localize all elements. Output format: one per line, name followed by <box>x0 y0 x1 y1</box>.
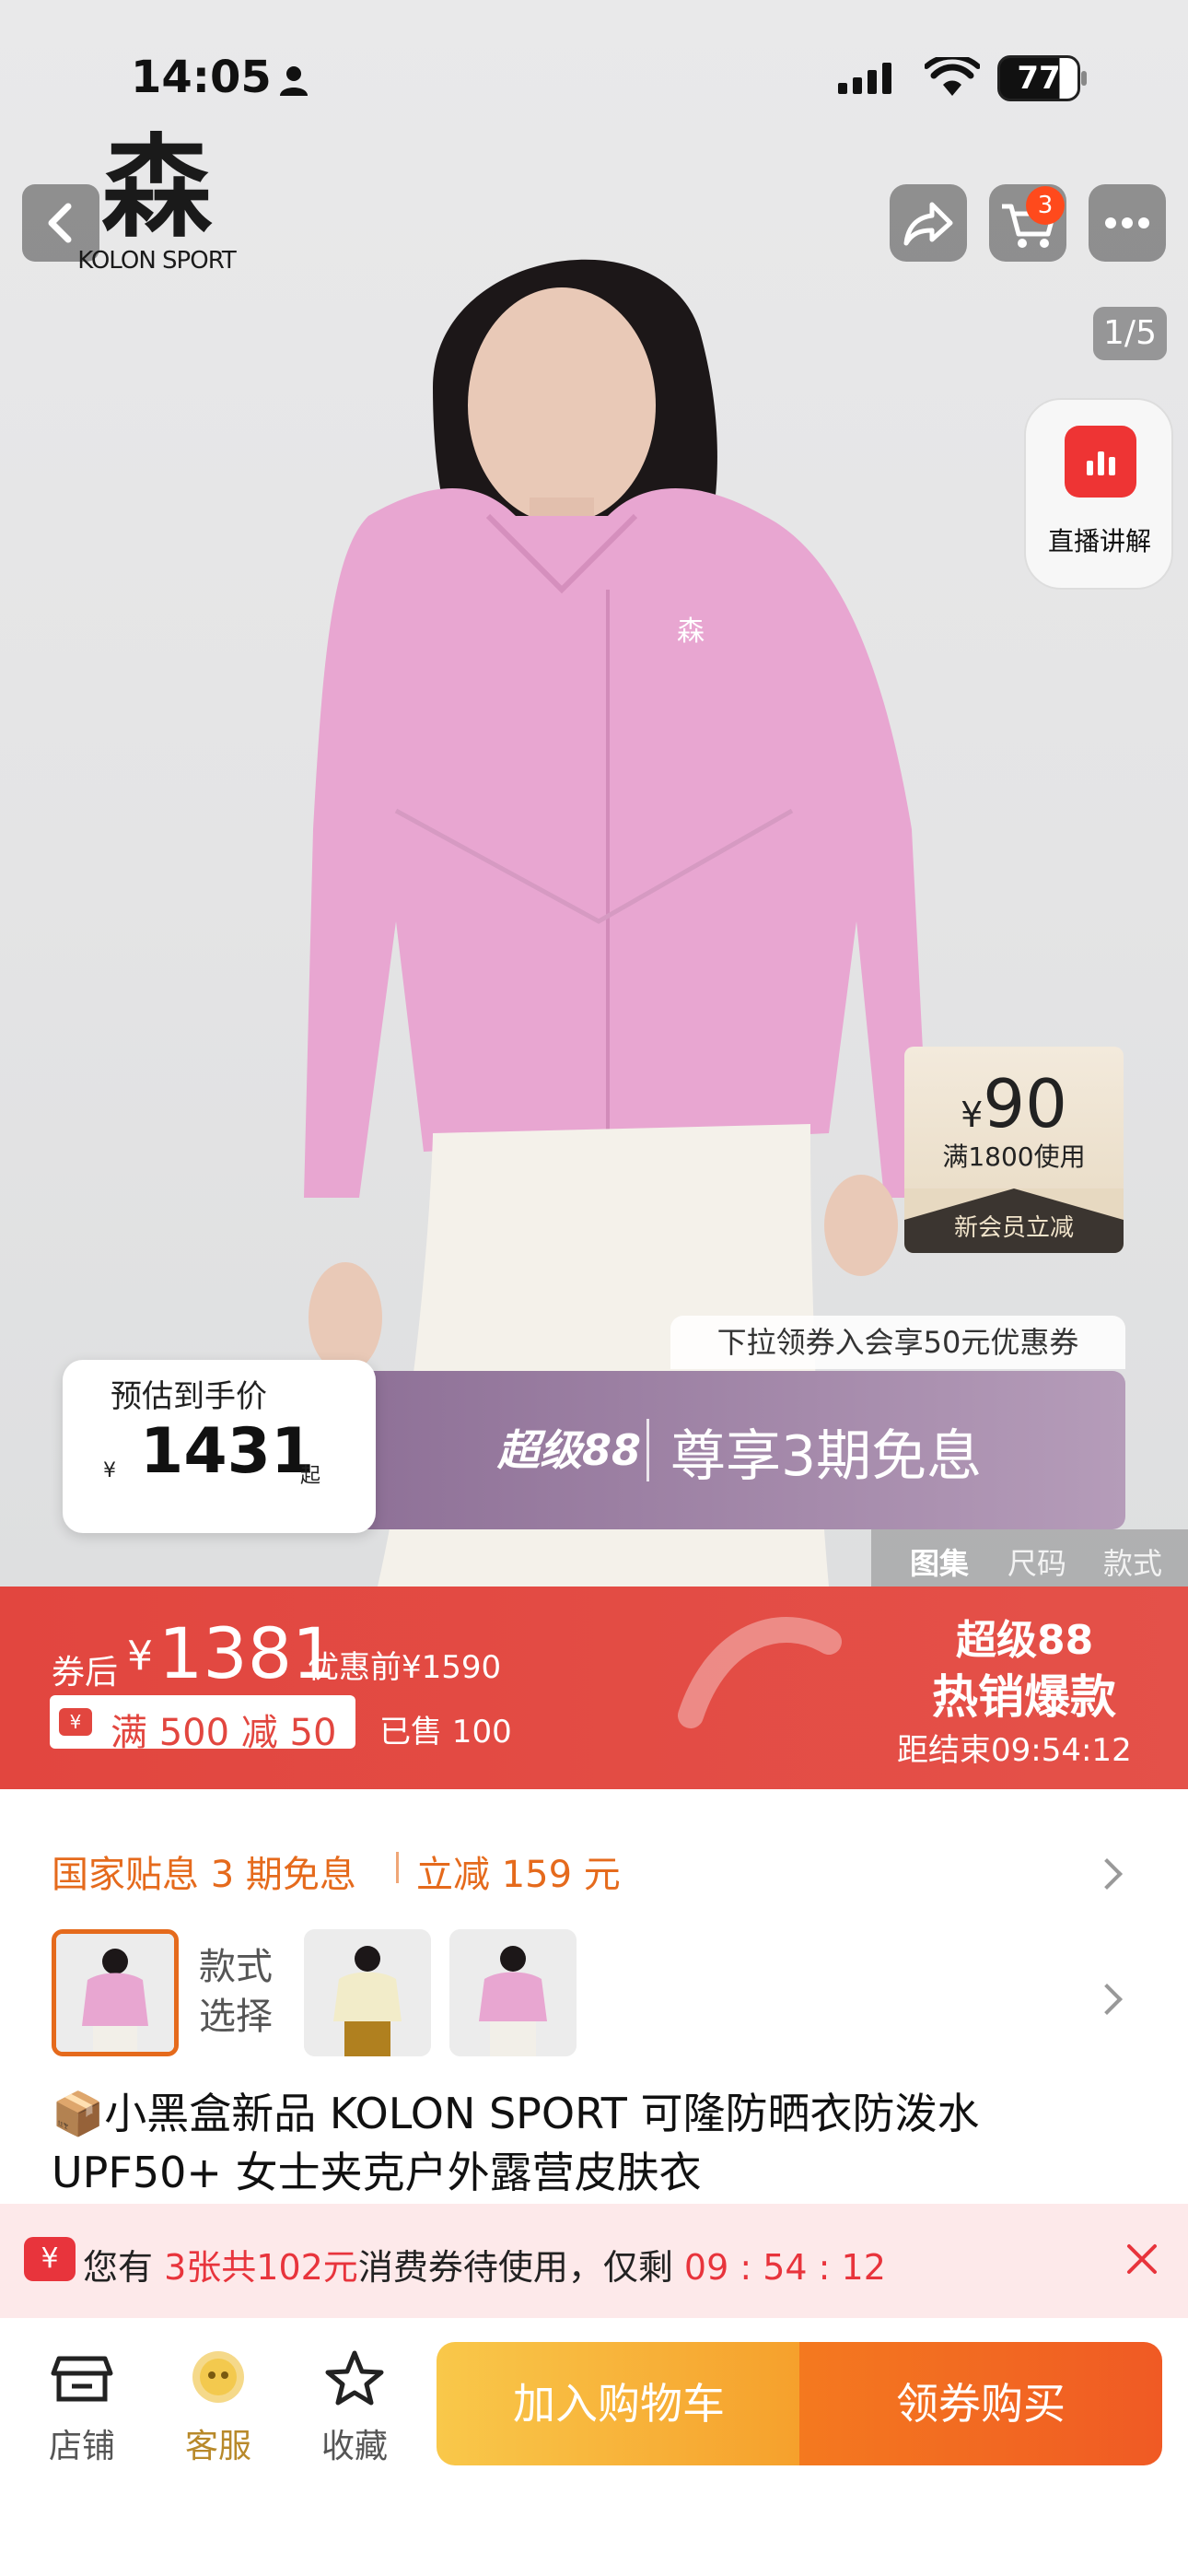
product-image-gallery[interactable]: 森 14:05 77 森 KOLON SPORT 3 1/5 直播讲解 ¥90 … <box>0 0 1188 1587</box>
voucher-icon: ¥ <box>24 2237 76 2281</box>
service-label: 客服 <box>184 2428 251 2465</box>
buy-now-button[interactable]: 领券购买 <box>799 2342 1162 2465</box>
image-counter: 1/5 <box>1093 307 1167 360</box>
store-button[interactable]: 店铺 <box>31 2346 133 2465</box>
status-time: 14:05 <box>131 52 272 103</box>
variant-thumb-cream[interactable] <box>304 1929 431 2056</box>
live-explain-label: 直播讲解 <box>1047 526 1151 556</box>
svg-text:森: 森 <box>677 615 705 648</box>
notice-text: 您有 3张共102元消费券待使用，仅剩 09 : 54 : 12 <box>83 2247 886 2288</box>
store-label: 店铺 <box>48 2428 115 2465</box>
favorite-label: 收藏 <box>320 2428 388 2465</box>
product-title: 📦小黑盒新品 KOLON SPORT 可隆防晒衣防泼水 UPF50+ 女士夹克户… <box>52 2089 980 2197</box>
cart-count-badge: 3 <box>1026 186 1065 225</box>
chevron-right-icon <box>1091 1858 1123 1890</box>
live-explain-button[interactable]: 直播讲解 <box>1024 398 1173 590</box>
battery-level: 77 <box>1017 60 1061 97</box>
coupon-label: 新会员立减 <box>904 1188 1124 1253</box>
member-coupon[interactable]: ¥90 满1800使用 新会员立减 <box>904 1047 1124 1253</box>
share-button[interactable] <box>890 184 967 262</box>
installment-text: 尊享3期免息 <box>670 1424 983 1489</box>
estimate-currency: ¥ <box>103 1459 116 1482</box>
store-icon <box>51 2356 113 2402</box>
original-price: 优惠前¥1590 <box>308 1649 502 1686</box>
variant-label: 款式 选择 <box>199 1946 273 2038</box>
more-button[interactable] <box>1089 184 1166 262</box>
super88-banner: 超级88 尊享3期免息 <box>313 1371 1125 1529</box>
super88-logo: 超级88 <box>497 1425 642 1475</box>
estimate-suffix: 起 <box>300 1465 321 1488</box>
estimated-price-card: 预估到手价 ¥ 1431 起 <box>63 1360 376 1533</box>
variant-thumb-pink-2[interactable] <box>449 1929 577 2056</box>
gallery-tabs: 图集 尺码 款式 <box>871 1529 1188 1587</box>
coupon-text: 满 500 减 50 <box>111 1712 337 1754</box>
swoosh-arrow-icon <box>678 1617 842 1728</box>
live-chart-icon <box>1065 426 1136 498</box>
close-icon[interactable] <box>1124 2241 1160 2277</box>
event-title: 超级88 <box>956 1617 1094 1664</box>
product-page: 森 14:05 77 森 KOLON SPORT 3 1/5 直播讲解 ¥90 … <box>0 0 1188 2576</box>
service-icon <box>192 2351 244 2403</box>
more-dots-icon <box>1105 217 1149 228</box>
service-button[interactable]: 客服 <box>168 2346 269 2465</box>
estimate-label: 预估到手价 <box>111 1378 267 1415</box>
sold-count: 已售 100 <box>379 1714 512 1751</box>
subsidy-text: 国家贴息 3 期免息 <box>52 1854 356 1896</box>
person-icon <box>280 66 308 96</box>
brand-logo-text: KOLON SPORT <box>77 247 237 275</box>
variant-thumb-pink[interactable] <box>52 1929 179 2056</box>
tab-gallery[interactable]: 图集 <box>910 1540 969 1583</box>
subsidy-divider <box>396 1852 399 1883</box>
estimate-value: 1431 <box>140 1415 315 1488</box>
wifi-icon <box>925 57 980 96</box>
coupon-badge[interactable]: ¥ 满 500 减 50 <box>50 1695 355 1754</box>
subsidy-row[interactable]: 国家贴息 3 期免息 立减 159 元 <box>0 1789 1188 1896</box>
battery-indicator: 77 <box>997 55 1087 101</box>
pull-down-hint: 下拉领券入会享50元优惠券 <box>670 1316 1125 1369</box>
coupon-icon: ¥ <box>59 1708 92 1736</box>
tab-style[interactable]: 款式 <box>1103 1540 1162 1583</box>
subsidy-discount: 立减 159 元 <box>416 1854 621 1896</box>
event-subtitle: 热销爆款 <box>932 1670 1116 1724</box>
coupon-notice[interactable]: ¥ 您有 3张共102元消费券待使用，仅剩 09 : 54 : 12 <box>0 2204 1188 2318</box>
favorite-button[interactable]: 收藏 <box>304 2346 405 2465</box>
price-currency: ¥ <box>127 1633 153 1680</box>
promo-price-bar: 券后 ¥ 1381 优惠前¥1590 ¥ 满 500 减 50 已售 100 超… <box>0 1587 1188 1789</box>
chevron-right-icon <box>1091 1984 1123 2015</box>
brand-logo: 森 KOLON SPORT <box>64 129 249 276</box>
share-icon <box>903 202 953 246</box>
after-coupon-label: 券后 <box>52 1654 119 1692</box>
coupon-amount: ¥90 <box>961 1065 1067 1142</box>
variant-selector[interactable]: 款式 选择 <box>0 1916 1188 2064</box>
event-countdown: 距结束09:54:12 <box>897 1732 1132 1769</box>
star-icon <box>325 2350 384 2406</box>
coupon-condition: 满1800使用 <box>942 1142 1086 1172</box>
bottom-action-bar: 店铺 客服 收藏 加入购物车 领券购买 <box>0 2318 1188 2576</box>
banner-divider <box>646 1419 649 1481</box>
tab-size[interactable]: 尺码 <box>1007 1540 1066 1583</box>
brand-logo-mark: 森 <box>101 124 212 252</box>
add-to-cart-button[interactable]: 加入购物车 <box>437 2342 801 2465</box>
signal-icon <box>838 63 891 94</box>
